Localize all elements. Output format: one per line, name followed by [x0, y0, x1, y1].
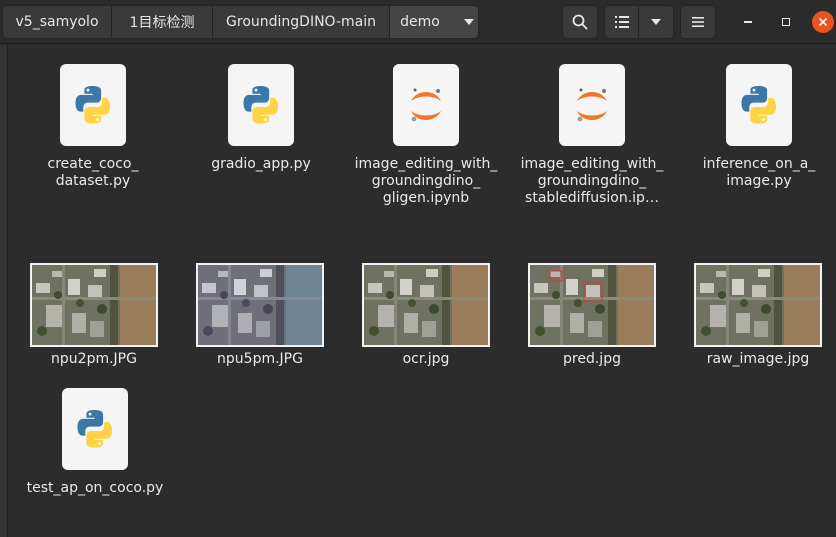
file-item[interactable]: raw_image.jpg [692, 263, 824, 368]
view-switcher [604, 5, 674, 39]
file-item[interactable]: pred.jpg [526, 263, 658, 368]
image-thumbnail [196, 263, 324, 347]
image-thumbnail [694, 263, 822, 347]
breadcrumb-label: GroundingDINO-main [226, 14, 376, 30]
file-name: npu5pm.JPG [217, 351, 303, 367]
file-item[interactable]: npu2pm.JPG [28, 263, 160, 368]
maximize-icon [782, 18, 790, 26]
file-item[interactable]: gradio_app.py [198, 64, 324, 173]
breadcrumb: v5_samyolo 1目标检测 GroundingDINO-main demo [2, 5, 479, 39]
file-name: pred.jpg [563, 351, 621, 367]
file-name: image_editing_with_ groundingdino_ stabl… [520, 156, 664, 206]
sidebar-edge [0, 45, 8, 537]
breadcrumb-item-demo[interactable]: demo [389, 5, 479, 39]
minimize-icon [744, 21, 752, 23]
view-options-button[interactable] [639, 6, 673, 38]
file-item[interactable]: npu5pm.JPG [194, 263, 326, 368]
file-item[interactable]: create_coco_ dataset.py [30, 64, 156, 190]
list-view-icon [614, 16, 629, 28]
file-name: npu2pm.JPG [51, 351, 137, 367]
file-item[interactable]: inference_on_a_ image.py [694, 64, 824, 190]
minimize-button[interactable] [737, 11, 759, 33]
breadcrumb-label: 1目标检测 [129, 15, 195, 31]
file-name: ocr.jpg [402, 351, 450, 367]
image-thumbnail [528, 263, 656, 347]
image-thumbnail [362, 263, 490, 347]
menu-button[interactable] [680, 5, 716, 39]
python-file-icon [60, 64, 126, 146]
header-bar: v5_samyolo 1目标检测 GroundingDINO-main demo [0, 0, 836, 44]
file-name: raw_image.jpg [706, 351, 810, 367]
file-name: image_editing_with_ groundingdino_ glige… [354, 156, 498, 206]
maximize-button[interactable] [775, 11, 797, 33]
file-name: inference_on_a_ image.py [702, 156, 816, 189]
file-item[interactable]: image_editing_with_ groundingdino_ stabl… [514, 64, 670, 207]
breadcrumb-label: demo [400, 14, 440, 30]
chevron-down-icon [651, 19, 661, 25]
close-icon [819, 18, 827, 26]
breadcrumb-item-groundingdino-main[interactable]: GroundingDINO-main [212, 5, 390, 39]
list-view-button[interactable] [605, 6, 639, 38]
python-file-icon [228, 64, 294, 146]
chevron-down-icon [463, 19, 474, 25]
hamburger-menu-icon [692, 17, 704, 27]
file-name: create_coco_ dataset.py [47, 156, 139, 189]
image-thumbnail [30, 263, 158, 347]
close-button[interactable] [812, 11, 834, 33]
breadcrumb-label: v5_samyolo [15, 14, 99, 30]
breadcrumb-item-v5-samyolo[interactable]: v5_samyolo [2, 5, 112, 39]
jupyter-notebook-icon [559, 64, 625, 146]
python-file-icon [726, 64, 792, 146]
breadcrumb-item-target-detection[interactable]: 1目标检测 [111, 5, 213, 39]
file-item[interactable]: image_editing_with_ groundingdino_ glige… [350, 64, 502, 207]
python-file-icon [62, 388, 128, 470]
file-name: gradio_app.py [211, 156, 311, 172]
jupyter-notebook-icon [393, 64, 459, 146]
search-button[interactable] [562, 5, 598, 39]
search-icon [572, 14, 588, 30]
file-item[interactable]: ocr.jpg [360, 263, 492, 368]
file-item[interactable]: test_ap_on_coco.py [24, 388, 166, 497]
file-name: test_ap_on_coco.py [26, 480, 164, 496]
